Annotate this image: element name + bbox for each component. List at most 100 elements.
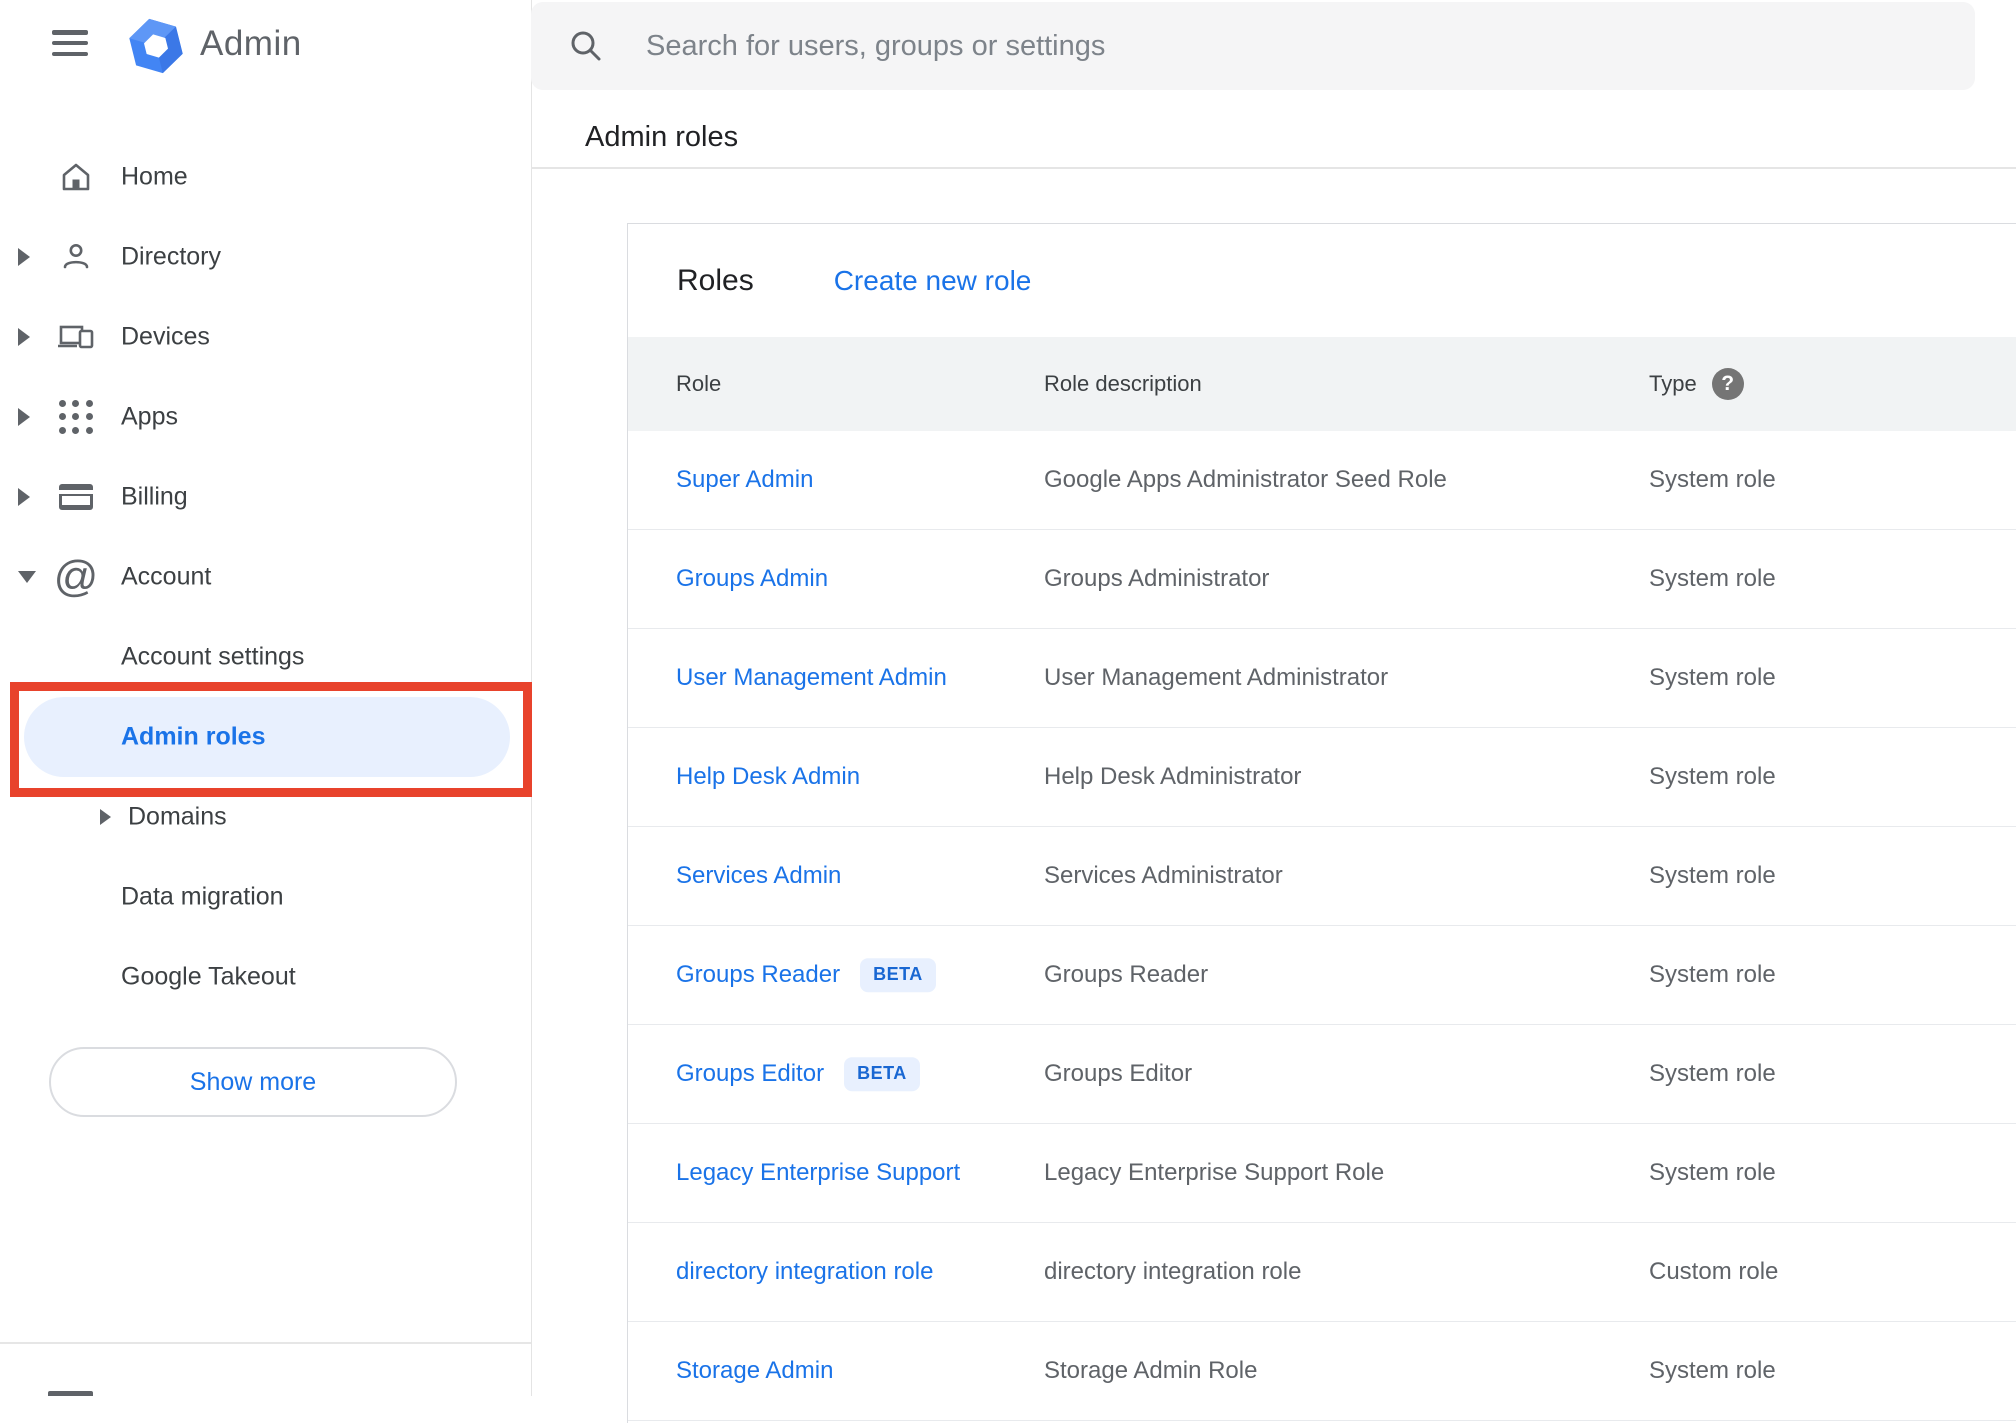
- app-name: Admin: [200, 24, 302, 63]
- apps-grid-icon: [55, 400, 97, 434]
- role-description: Groups Editor: [1044, 1060, 1193, 1087]
- collapse-arrow-icon[interactable]: [18, 571, 36, 583]
- sidebar-item-apps[interactable]: Apps: [0, 377, 531, 457]
- table-row: directory integration role directory int…: [628, 1223, 2016, 1322]
- table-row: Super Admin Google Apps Administrator Se…: [628, 431, 2016, 530]
- page-title: Admin roles: [585, 121, 739, 153]
- role-type: System role: [1649, 1060, 1776, 1087]
- table-row: Storage Admin Storage Admin Role System …: [628, 1322, 2016, 1421]
- role-description: User Management Administrator: [1044, 664, 1389, 691]
- role-type: System role: [1649, 466, 1776, 493]
- sidebar-item-label: Home: [121, 162, 188, 191]
- sidebar-item-admin-roles[interactable]: Admin roles: [0, 697, 531, 777]
- at-sign-icon: @: [53, 552, 99, 601]
- role-description: Help Desk Administrator: [1044, 763, 1302, 790]
- role-type: System role: [1649, 1357, 1776, 1384]
- role-type: System role: [1649, 664, 1776, 691]
- role-type: System role: [1649, 763, 1776, 790]
- table-row: Groups Admin Groups Administrator System…: [628, 530, 2016, 629]
- sidebar-item-label: Account: [121, 562, 212, 591]
- sidebar-item-label: Account settings: [121, 642, 305, 671]
- column-header-type-label: Type: [1649, 371, 1697, 396]
- sidebar-item-label: Domains: [128, 802, 227, 831]
- role-link[interactable]: Groups Editor BETA: [676, 1057, 920, 1091]
- credit-card-icon: [55, 481, 97, 513]
- role-type: System role: [1649, 1159, 1776, 1186]
- sidebar-nav: Home Directory Devices Apps Billing @ Ac…: [0, 137, 531, 1017]
- create-new-role-link[interactable]: Create new role: [834, 265, 1032, 297]
- search-input[interactable]: Search for users, groups or settings: [531, 2, 1975, 90]
- role-link[interactable]: User Management Admin: [676, 664, 947, 692]
- admin-logo-icon: [129, 18, 183, 74]
- table-row: Legacy Enterprise Support Legacy Enterpr…: [628, 1124, 2016, 1223]
- table-row: Groups Reader BETA Groups Reader System r…: [628, 926, 2016, 1025]
- role-link[interactable]: Groups Admin: [676, 565, 828, 593]
- role-description: Google Apps Administrator Seed Role: [1044, 466, 1447, 493]
- role-description: directory integration role: [1044, 1258, 1302, 1285]
- role-description: Storage Admin Role: [1044, 1357, 1258, 1384]
- search-placeholder: Search for users, groups or settings: [646, 29, 1106, 62]
- card-title: Roles: [677, 263, 754, 297]
- role-link[interactable]: directory integration role: [676, 1258, 933, 1286]
- column-header-type: Type ?: [1649, 368, 1744, 400]
- expand-arrow-icon[interactable]: [18, 248, 30, 266]
- table-header-row: Role Role description Type ?: [628, 337, 2016, 431]
- sidebar: Admin Home Directory Devices Apps Billin…: [0, 0, 532, 1396]
- sidebar-item-billing[interactable]: Billing: [0, 457, 531, 537]
- table-row: Groups Editor BETA Groups Editor System r…: [628, 1025, 2016, 1124]
- role-description: Groups Reader: [1044, 961, 1209, 988]
- hamburger-menu-icon[interactable]: [52, 30, 88, 56]
- roles-card-header: Roles Create new role: [628, 224, 2016, 337]
- sidebar-item-label: Billing: [121, 482, 188, 511]
- role-type: Custom role: [1649, 1258, 1779, 1285]
- person-icon: [55, 240, 97, 274]
- column-header-role: Role: [676, 371, 722, 396]
- sidebar-item-account[interactable]: @ Account: [0, 537, 531, 617]
- sidebar-item-label: Data migration: [121, 882, 284, 911]
- role-type: System role: [1649, 961, 1776, 988]
- role-description: Legacy Enterprise Support Role: [1044, 1159, 1385, 1186]
- beta-badge: BETA: [844, 1057, 920, 1091]
- show-more-button[interactable]: Show more: [49, 1047, 457, 1117]
- sidebar-item-label: Google Takeout: [121, 962, 296, 991]
- roles-card: Roles Create new role Role Role descript…: [627, 223, 2016, 1423]
- home-icon: [55, 160, 97, 194]
- role-link[interactable]: Storage Admin: [676, 1357, 833, 1385]
- role-link[interactable]: Legacy Enterprise Support: [676, 1159, 960, 1187]
- sidebar-item-label: Directory: [121, 242, 222, 271]
- sidebar-item-account-settings[interactable]: Account settings: [0, 617, 531, 697]
- table-row: User Management Admin User Management Ad…: [628, 629, 2016, 728]
- devices-icon: [55, 320, 97, 354]
- sidebar-item-domains[interactable]: Domains: [0, 777, 531, 857]
- help-icon[interactable]: ?: [1711, 368, 1744, 400]
- sidebar-item-label: Admin roles: [121, 722, 266, 751]
- role-description: Groups Administrator: [1044, 565, 1270, 592]
- role-link[interactable]: Groups Reader BETA: [676, 958, 936, 992]
- table-row: Help Desk Admin Help Desk Administrator …: [628, 728, 2016, 827]
- sidebar-item-label: Devices: [121, 322, 210, 351]
- selected-item-highlight: [24, 697, 510, 777]
- column-header-description: Role description: [1044, 371, 1202, 396]
- role-type: System role: [1649, 862, 1776, 889]
- sidebar-item-directory[interactable]: Directory: [0, 217, 531, 297]
- table-row: Services Admin Services Administrator Sy…: [628, 827, 2016, 926]
- beta-badge: BETA: [860, 958, 936, 992]
- role-link[interactable]: Services Admin: [676, 862, 841, 890]
- expand-arrow-icon[interactable]: [18, 328, 30, 346]
- sidebar-item-home[interactable]: Home: [0, 137, 531, 217]
- sidebar-item-label: Apps: [121, 402, 178, 431]
- role-link[interactable]: Help Desk Admin: [676, 763, 860, 791]
- sidebar-item-devices[interactable]: Devices: [0, 297, 531, 377]
- role-type: System role: [1649, 565, 1776, 592]
- expand-arrow-icon[interactable]: [18, 488, 30, 506]
- header-divider: [531, 167, 2016, 169]
- expand-arrow-icon[interactable]: [18, 408, 30, 426]
- search-icon: [571, 31, 601, 61]
- role-description: Services Administrator: [1044, 862, 1283, 889]
- sidebar-divider: [0, 1342, 531, 1344]
- partial-bottom-icon: [48, 1391, 93, 1396]
- sidebar-item-google-takeout[interactable]: Google Takeout: [0, 937, 531, 1017]
- expand-arrow-icon[interactable]: [100, 809, 111, 825]
- role-link[interactable]: Super Admin: [676, 466, 813, 494]
- sidebar-item-data-migration[interactable]: Data migration: [0, 857, 531, 937]
